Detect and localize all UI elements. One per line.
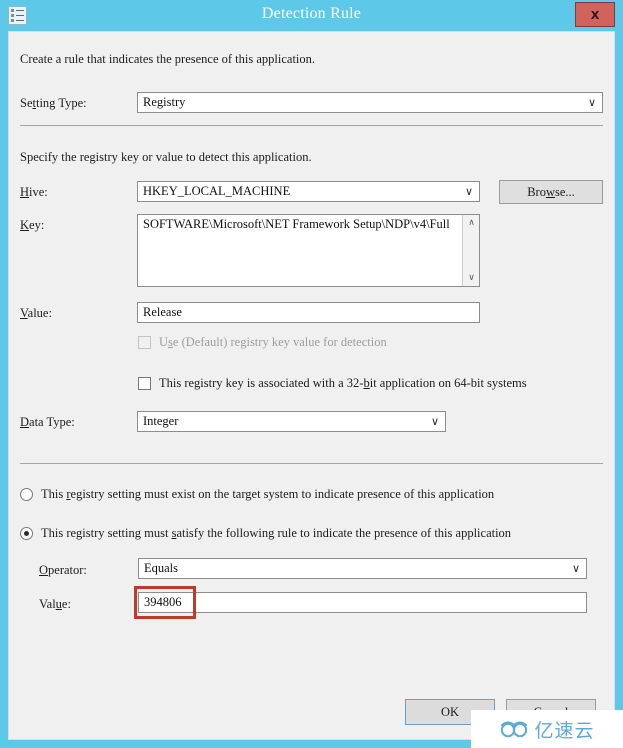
- rule-value-label: Value:: [39, 597, 71, 611]
- hive-label: Hive:: [20, 185, 48, 199]
- hive-dropdown[interactable]: HKEY_LOCAL_MACHINE ∨: [137, 181, 480, 202]
- default-registry-key-checkbox[interactable]: [138, 336, 151, 349]
- data-type-value: Integer: [143, 414, 179, 428]
- setting-type-value: Registry: [143, 95, 186, 109]
- chevron-down-icon: ∨: [571, 562, 580, 575]
- value-input[interactable]: Release: [137, 302, 480, 323]
- browse-button[interactable]: Browse...: [499, 180, 603, 204]
- operator-label: Operator:: [39, 563, 87, 577]
- radio-must-exist[interactable]: [20, 488, 33, 501]
- detection-rule-dialog: Detection Rule x Create a rule that indi…: [0, 0, 623, 748]
- window-title: Detection Rule: [261, 5, 362, 22]
- operator-value: Equals: [144, 561, 179, 575]
- chevron-down-icon: ∨: [464, 185, 473, 198]
- setting-type-dropdown[interactable]: Registry ∨: [137, 92, 603, 113]
- data-type-dropdown[interactable]: Integer ∨: [137, 411, 446, 432]
- operator-dropdown[interactable]: Equals ∨: [138, 558, 587, 579]
- default-registry-key-label: Use (Default) registry key value for det…: [159, 335, 387, 349]
- watermark: 亿速云: [471, 710, 623, 748]
- wow64-label: This registry key is associated with a 3…: [159, 376, 527, 390]
- value-label: Value:: [20, 306, 52, 320]
- radio-must-satisfy[interactable]: [20, 527, 33, 540]
- wow64-checkbox[interactable]: [138, 377, 151, 390]
- separator-top: [20, 125, 603, 126]
- cloud-logo-icon: [501, 721, 528, 738]
- radio-must-satisfy-label: This registry setting must satisfy the f…: [41, 526, 512, 540]
- chevron-down-icon: ∨: [430, 415, 439, 428]
- intro-text: Create a rule that indicates the presenc…: [20, 52, 316, 66]
- data-type-label: Data Type:: [20, 415, 75, 429]
- key-label: Key:: [20, 218, 45, 232]
- rule-value-input[interactable]: 394806: [138, 592, 587, 613]
- separator-bottom: [20, 463, 603, 464]
- setting-type-label: Setting Type:: [20, 96, 87, 110]
- dialog-body: Create a rule that indicates the presenc…: [8, 31, 615, 740]
- key-value: SOFTWARE\Microsoft\NET Framework Setup\N…: [143, 217, 450, 231]
- radio-must-exist-label: This registry setting must exist on the …: [41, 487, 495, 501]
- close-button[interactable]: x: [575, 2, 615, 27]
- hive-value: HKEY_LOCAL_MACHINE: [143, 184, 291, 198]
- key-textarea[interactable]: SOFTWARE\Microsoft\NET Framework Setup\N…: [137, 214, 480, 287]
- chevron-down-icon: ∨: [587, 96, 596, 109]
- scroll-down-icon[interactable]: ∨: [463, 270, 480, 286]
- watermark-text: 亿速云: [534, 719, 595, 742]
- title-bar: Detection Rule x: [0, 0, 623, 31]
- registry-section-description: Specify the registry key or value to det…: [20, 150, 312, 164]
- key-scrollbar[interactable]: ∧ ∨: [462, 215, 479, 286]
- scroll-up-icon[interactable]: ∧: [463, 215, 480, 231]
